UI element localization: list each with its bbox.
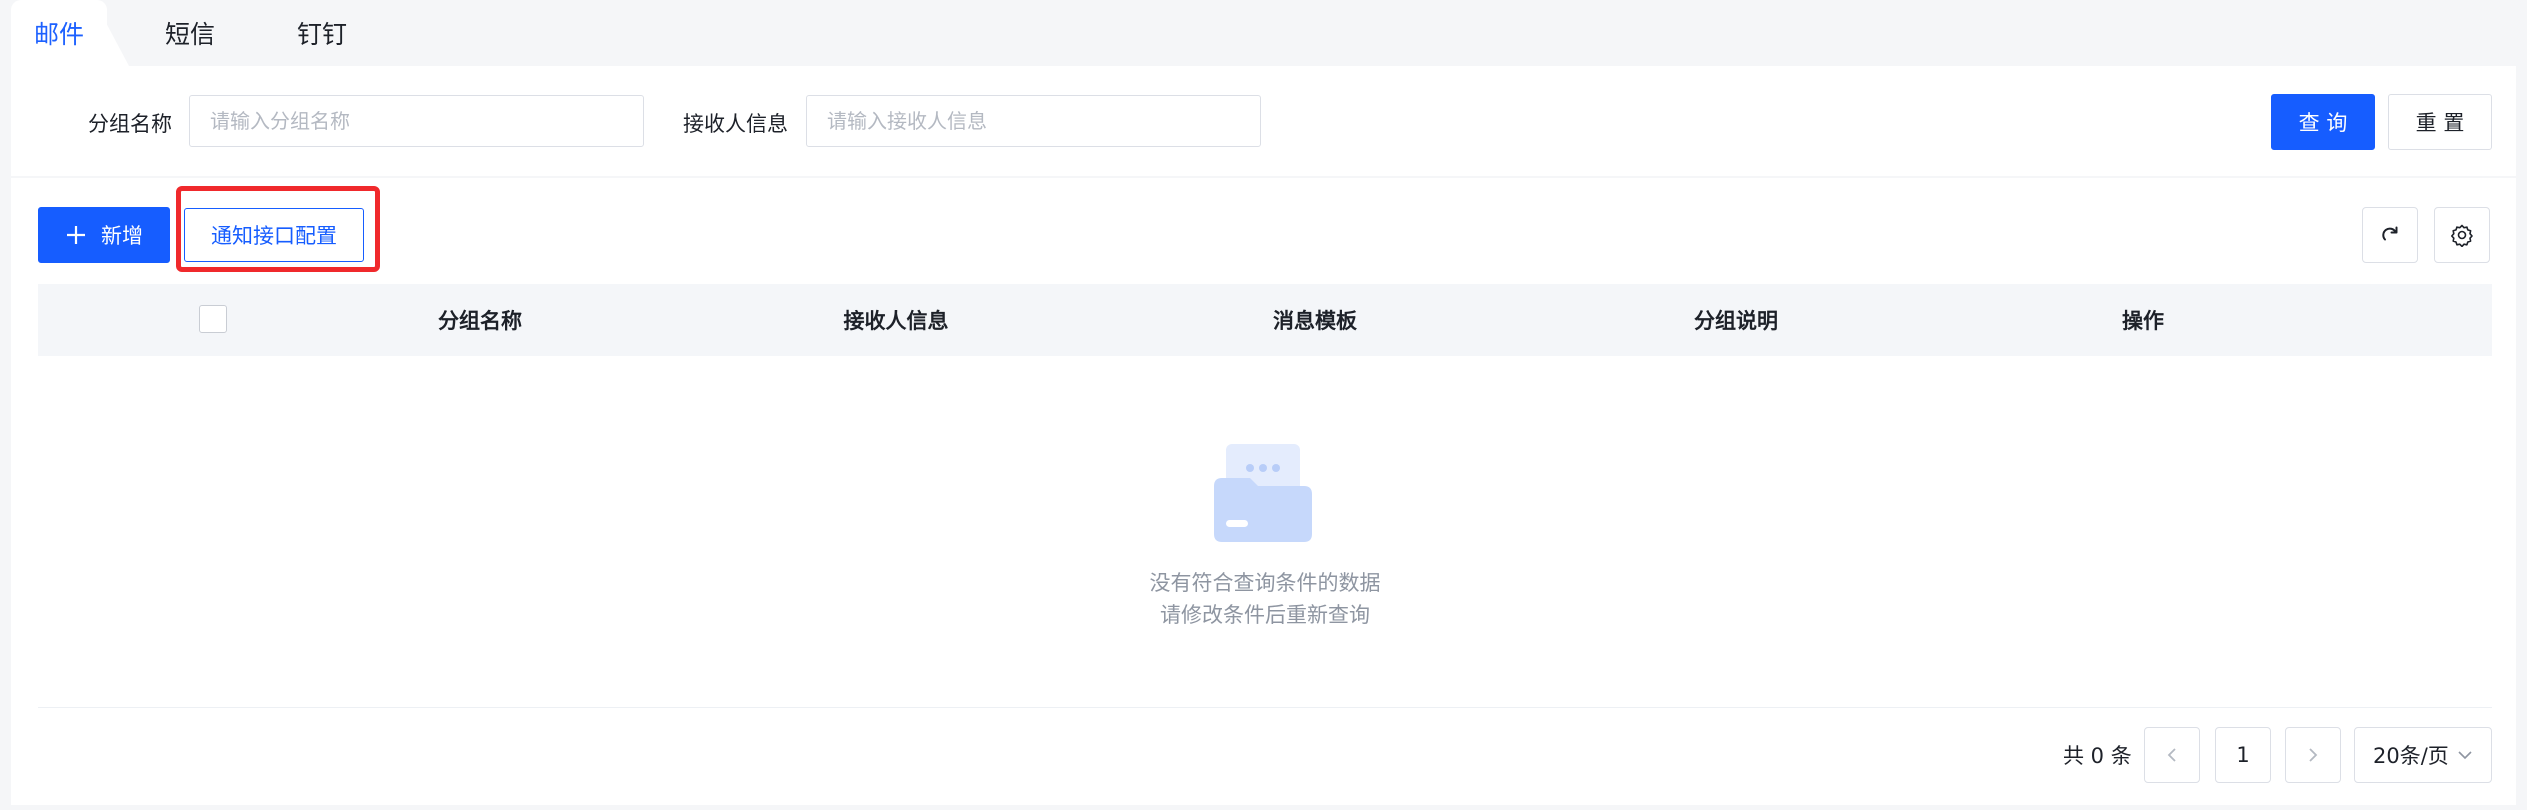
plus-icon [65,224,87,246]
add-button[interactable]: 新增 [38,207,170,263]
add-button-label: 新增 [101,224,143,248]
tab-email[interactable]: 邮件 [11,0,107,66]
column-header-actions: 操作 [2122,309,2164,333]
query-button[interactable]: 查 询 [2271,94,2375,150]
empty-hint: 请修改条件后重新查询 [1160,603,1370,627]
highlight-box [176,186,380,272]
chevron-left-icon [2164,747,2180,763]
receiver-input[interactable] [806,95,1261,147]
empty-folder-icon [1210,438,1316,550]
receiver-label: 接收人信息 [683,112,788,136]
page-size-select[interactable]: 20条/页 [2354,727,2492,783]
column-header-group-name: 分组名称 [438,309,522,333]
total-count: 共 0 条 [2063,744,2132,768]
column-header-description: 分组说明 [1694,309,1778,333]
next-page-button[interactable] [2285,727,2341,783]
column-header-receiver: 接收人信息 [843,309,949,333]
refresh-icon [2379,224,2401,246]
tab-sms-label: 短信 [164,20,215,49]
chevron-down-icon [2457,747,2473,763]
table-divider [38,707,2492,708]
query-button-label: 查 询 [2298,111,2348,135]
empty-message: 没有符合查询条件的数据 [1149,571,1381,595]
tab-sms[interactable]: 短信 [140,0,240,66]
table-header: 分组名称 接收人信息 消息模板 分组说明 操作 [38,284,2492,356]
tab-dingtalk[interactable]: 钉钉 [272,0,372,66]
refresh-button[interactable] [2362,207,2418,263]
search-panel: 分组名称 接收人信息 查 询 重 置 [11,66,2516,176]
reset-button[interactable]: 重 置 [2388,94,2492,150]
tab-bar: 邮件 短信 钉钉 [0,0,2527,66]
tab-dingtalk-label: 钉钉 [296,20,347,49]
column-header-template: 消息模板 [1273,309,1357,333]
page-size-label: 20条/页 [2373,744,2449,768]
settings-button[interactable] [2434,207,2490,263]
page-number-button[interactable]: 1 [2215,727,2271,783]
tab-email-label: 邮件 [33,20,84,49]
reset-button-label: 重 置 [2415,111,2465,135]
group-name-label: 分组名称 [88,112,172,136]
prev-page-button[interactable] [2144,727,2200,783]
gear-icon [2450,223,2474,247]
page-number-label: 1 [2236,743,2250,767]
group-name-input[interactable] [189,95,644,147]
select-all-checkbox[interactable] [199,305,227,333]
chevron-right-icon [2305,747,2321,763]
